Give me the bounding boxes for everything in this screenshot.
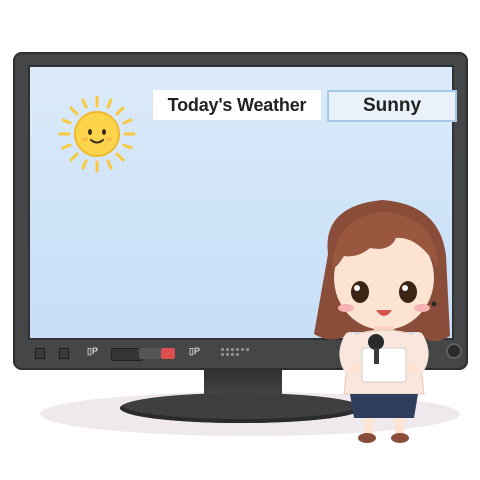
weather-presenter xyxy=(314,200,450,443)
weather-condition-field: Sunny xyxy=(327,90,457,122)
weather-title: Today's Weather xyxy=(153,90,321,120)
volume-down-button[interactable] xyxy=(139,348,161,359)
indicator-dots xyxy=(221,348,249,356)
record-button[interactable] xyxy=(161,348,175,359)
control-label-left: ▯P xyxy=(87,346,98,356)
sun-icon xyxy=(58,95,136,173)
source-button[interactable] xyxy=(59,348,69,359)
control-label-right: ▯P xyxy=(189,346,200,356)
menu-button[interactable] xyxy=(35,348,45,359)
